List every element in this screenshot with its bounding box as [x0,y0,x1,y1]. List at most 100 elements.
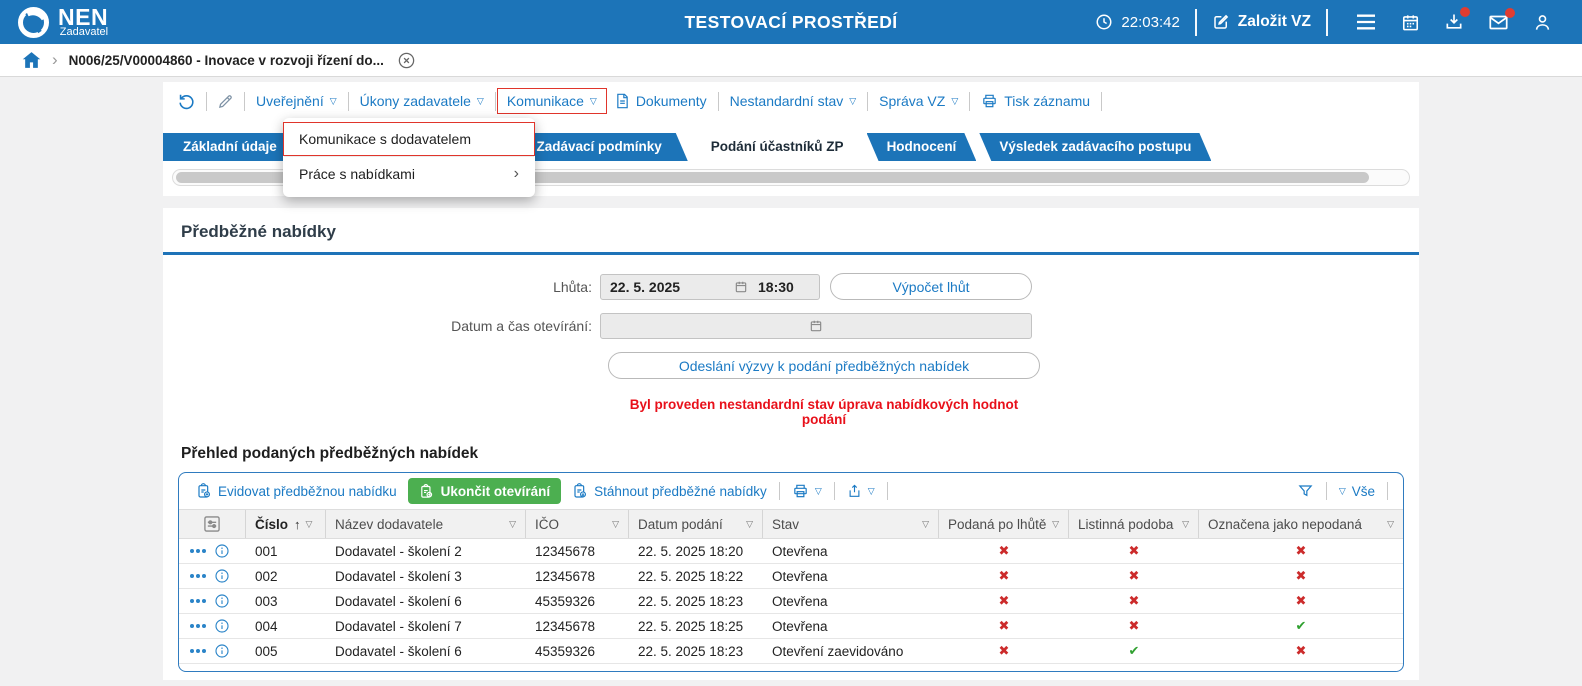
table-row[interactable]: 001 Dodavatel - školení 2 12345678 22. 5… [179,539,1403,564]
section-title-rule [163,252,1419,255]
divider [717,91,719,111]
column-header-po-lhute[interactable]: Podaná po lhůtě ▽ [939,510,1069,538]
messages-button[interactable] [1488,7,1515,32]
menu-ukony-zadavatele[interactable]: Úkony zadavatele ▽ [351,89,493,113]
breadcrumb-record[interactable]: N006/25/V00004860 - Inovace v rozvoji ří… [69,53,384,68]
environment-title: TESTOVACÍ PROSTŘEDÍ [684,11,898,32]
ukoncit-oteviranii-button[interactable]: Ukončit otevírání [407,478,562,504]
column-filter-icon[interactable]: ▽ [612,519,619,530]
oteviranie-datetime-field[interactable] [600,313,1032,339]
column-header-cislo[interactable]: Číslo ↑ ▽ [246,510,326,538]
cross-icon: ✖ [998,643,1010,658]
column-header-nepodana[interactable]: Označena jako nepodaná ▽ [1199,510,1403,538]
export-table-button[interactable]: ▽ [840,483,882,499]
cell-ico: 12345678 [535,543,596,559]
menu-uverejneni[interactable]: Uveřejnění ▽ [247,89,346,113]
column-header-datum-podani[interactable]: Datum podání ▽ [629,510,763,538]
clock: 22:03:42 [1095,13,1180,31]
table-row[interactable]: 002 Dodavatel - školení 3 12345678 22. 5… [179,564,1403,589]
filter-button[interactable] [1290,483,1321,499]
cell-stav: Otevřena [772,593,828,609]
nen-logo[interactable]: NEN Zadavatel [18,5,109,38]
cell-cislo: 001 [255,543,278,559]
check-icon: ✔ [1295,618,1307,633]
top-bar: NEN Zadavatel TESTOVACÍ PROSTŘEDÍ 22:03:… [0,0,1582,44]
table-row[interactable]: 005 Dodavatel - školení 6 45359326 22. 5… [179,639,1403,664]
print-record-button[interactable]: Tisk záznamu [972,89,1099,113]
info-icon[interactable] [214,568,230,584]
edit-record-button[interactable] [209,93,242,110]
tab-zakladni-udaje[interactable]: Základní údaje [163,133,297,161]
table-row[interactable]: 004 Dodavatel - školení 7 12345678 22. 5… [179,614,1403,639]
calendar-small-icon[interactable] [809,319,823,333]
clock-time: 22:03:42 [1121,13,1180,31]
lhuta-date-value[interactable]: 22. 5. 2025 [610,279,734,295]
row-actions-icon[interactable] [190,649,206,653]
column-filter-icon[interactable]: ▽ [1052,519,1059,530]
info-icon[interactable] [214,643,230,659]
evidovat-nabidku-button[interactable]: Evidovat předběžnou nabídku [189,483,404,499]
column-filter-icon[interactable]: ▽ [746,519,753,530]
notification-badge [1505,7,1515,18]
divider [206,91,207,111]
menu-nestandardni-stav[interactable]: Nestandardní stav ▽ [721,89,866,113]
cell-ico: 12345678 [535,618,596,634]
menu-button[interactable] [1355,13,1377,31]
funnel-icon [1297,483,1314,499]
menu-item-komunikace-s-dodavatelem[interactable]: Komunikace s dodavatelem [283,122,535,156]
row-actions-icon[interactable] [190,574,206,578]
calendar-button[interactable] [1401,13,1420,32]
cell-datum: 22. 5. 2025 18:22 [638,568,744,584]
column-filter-icon[interactable]: ▽ [922,519,929,530]
column-filter-icon[interactable]: ▽ [1387,519,1394,530]
info-icon[interactable] [214,543,230,559]
clipboard-plus-icon [196,483,212,499]
info-icon[interactable] [214,618,230,634]
downloads-button[interactable] [1444,7,1470,32]
view-selector-vse[interactable]: ▽ Vše [1332,484,1382,499]
row-actions-icon[interactable] [190,549,206,553]
dropdown-arrow-icon: ▽ [1338,485,1346,496]
notification-badge [1460,7,1470,17]
cell-cislo: 002 [255,568,278,584]
row-actions-icon[interactable] [190,599,206,603]
tab-podani-ucastniku-zp[interactable]: Podání účastníků ZP [691,133,864,161]
history-back-button[interactable] [169,92,204,111]
tab-vysledek-zadavaciho-postupu[interactable]: Výsledek zadávacího postupu [979,133,1211,161]
menu-dokumenty[interactable]: Dokumenty [606,89,716,113]
user-role-label: Zadavatel [59,25,109,38]
komunikace-dropdown-menu: Komunikace s dodavatelem Práce s nabídka… [283,118,535,197]
column-filter-icon[interactable]: ▽ [306,519,313,530]
column-header-listinna[interactable]: Listinná podoba ▽ [1069,510,1199,538]
cell-dodavatel: Dodavatel - školení 2 [335,543,462,559]
info-icon[interactable] [214,593,230,609]
stahnout-nabidky-button[interactable]: Stáhnout předběžné nabídky [565,483,774,499]
calendar-small-icon[interactable] [734,280,748,294]
menu-item-prace-s-nabidkami[interactable]: Práce s nabídkami › [283,157,535,191]
lhuta-datetime-field[interactable]: 22. 5. 2025 18:30 [600,273,820,300]
vypocet-lhut-button[interactable]: Výpočet lhůt [830,273,1032,300]
column-settings-button[interactable] [179,510,246,538]
column-filter-icon[interactable]: ▽ [1182,519,1189,530]
tab-hodnoceni[interactable]: Hodnocení [867,133,977,161]
column-filter-icon[interactable]: ▽ [509,519,516,530]
odeslani-vyzvy-button[interactable]: Odeslání výzvy k podání předběžných nabí… [608,352,1040,379]
row-actions-icon[interactable] [190,624,206,628]
cell-stav: Otevřena [772,568,828,584]
cell-ico: 12345678 [535,568,596,584]
column-header-stav[interactable]: Stav ▽ [763,510,939,538]
cross-icon: ✖ [1128,618,1140,633]
column-header-dodavatel[interactable]: Název dodavatele ▽ [326,510,526,538]
column-header-ico[interactable]: IČO ▽ [526,510,629,538]
cell-ico: 45359326 [535,643,596,659]
menu-komunikace[interactable]: Komunikace ▽ [498,89,606,113]
create-vz-button[interactable]: Založit VZ [1212,13,1311,31]
lhuta-time-value[interactable]: 18:30 [758,279,810,295]
table-row[interactable]: 003 Dodavatel - školení 6 45359326 22. 5… [179,589,1403,614]
menu-sprava-vz[interactable]: Správa VZ ▽ [870,89,967,113]
print-table-button[interactable]: ▽ [785,483,829,499]
cross-icon: ✖ [1295,593,1307,608]
close-record-icon[interactable] [397,51,416,70]
home-icon[interactable] [22,51,41,69]
profile-button[interactable] [1533,13,1552,32]
